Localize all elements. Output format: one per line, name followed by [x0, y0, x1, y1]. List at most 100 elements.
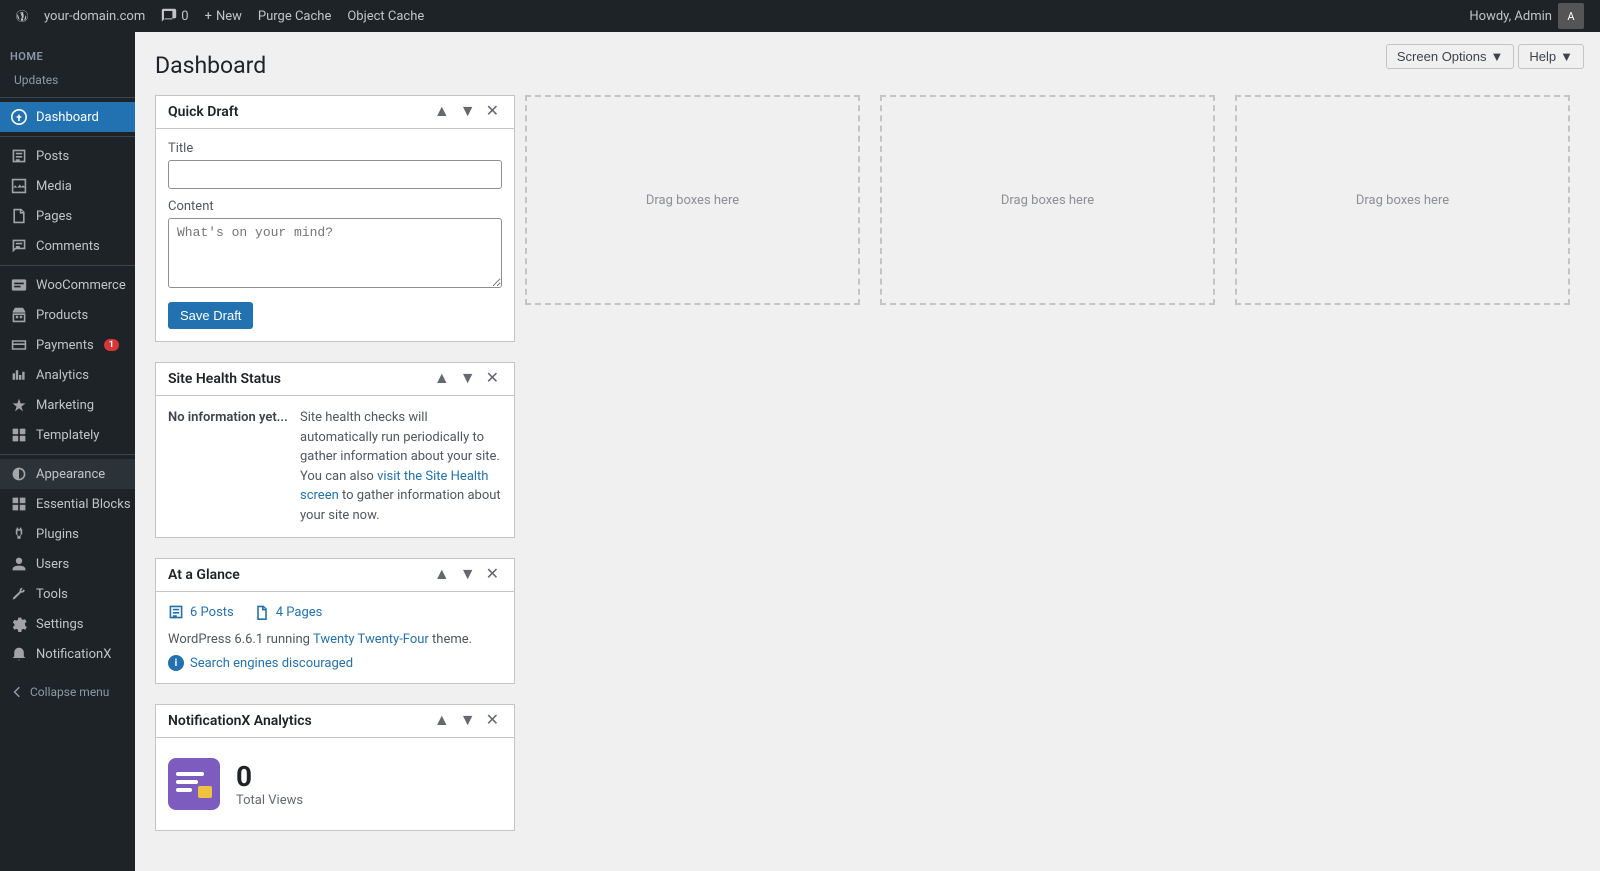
comments-link[interactable]: 0 [153, 0, 196, 32]
sidebar-item-essential-blocks[interactable]: Essential Blocks [0, 489, 135, 519]
woocommerce-icon [10, 276, 28, 294]
notificationx-widget: NotificationX Analytics ▲ ▼ ✕ [155, 704, 515, 831]
at-a-glance-header: At a Glance ▲ ▼ ✕ [156, 559, 514, 592]
plugins-icon [10, 525, 28, 543]
info-icon: i [168, 655, 184, 671]
marketing-icon [10, 396, 28, 414]
sidebar-item-settings[interactable]: Settings [0, 609, 135, 639]
templately-icon [10, 426, 28, 444]
sidebar-item-posts[interactable]: Posts [0, 141, 135, 171]
help-button[interactable]: Help ▼ [1518, 44, 1584, 69]
site-health-expand-up[interactable]: ▲ [431, 371, 453, 387]
purge-cache-btn[interactable]: Purge Cache [250, 0, 339, 32]
avatar: A [1558, 3, 1584, 29]
glance-stats: 6 Posts 4 Pages [168, 604, 502, 620]
at-a-glance-widget: At a Glance ▲ ▼ ✕ 6 Posts [155, 558, 515, 684]
at-a-glance-expand-up[interactable]: ▲ [431, 567, 453, 583]
widgets-column: Quick Draft ▲ ▼ ✕ Title Content Save Dra… [155, 95, 515, 851]
sidebar-item-users[interactable]: Users [0, 549, 135, 579]
users-icon [10, 555, 28, 573]
at-a-glance-body: 6 Posts 4 Pages WordPress 6.6.1 running … [156, 592, 514, 683]
drag-zone-1-area[interactable]: Drag boxes here [525, 95, 860, 305]
drag-zone-2: Drag boxes here [870, 95, 1225, 305]
sidebar-item-appearance[interactable]: Appearance [0, 459, 135, 489]
site-health-widget: Site Health Status ▲ ▼ ✕ No information … [155, 362, 515, 538]
content-textarea[interactable] [168, 218, 502, 288]
drag-zone-1: Drag boxes here [515, 95, 870, 305]
at-a-glance-collapse-down[interactable]: ▼ [457, 567, 479, 583]
admin-menu: Home Updates Dashboard Posts Media [0, 32, 135, 871]
sidebar-item-dashboard[interactable]: Dashboard [0, 102, 135, 132]
top-action-buttons: Screen Options ▼ Help ▼ [1386, 44, 1584, 69]
at-a-glance-close[interactable]: ✕ [483, 567, 502, 583]
site-health-close[interactable]: ✕ [483, 371, 502, 387]
notificationx-body: 0 Total Views [156, 738, 514, 830]
notificationx-header: NotificationX Analytics ▲ ▼ ✕ [156, 705, 514, 738]
screen-options-button[interactable]: Screen Options ▼ [1386, 44, 1514, 69]
settings-icon [10, 615, 28, 633]
theme-link[interactable]: Twenty Twenty-Four [313, 632, 429, 647]
collapse-menu[interactable]: Collapse menu [0, 677, 135, 707]
drag-zone-3: Drag boxes here [1225, 95, 1580, 305]
user-menu[interactable]: Howdy, Admin A [1461, 0, 1592, 32]
sidebar-item-products[interactable]: Products [0, 300, 135, 330]
wp-logo[interactable] [8, 0, 36, 32]
tools-icon [10, 585, 28, 603]
site-name[interactable]: your-domain.com [36, 0, 153, 32]
admin-bar: your-domain.com 0 + New Purge Cache Obje… [0, 0, 1600, 32]
new-content[interactable]: + New [197, 0, 250, 32]
sidebar-item-analytics[interactable]: Analytics [0, 360, 135, 390]
sidebar-item-marketing[interactable]: Marketing [0, 390, 135, 420]
sidebar-item-comments[interactable]: Comments [0, 231, 135, 261]
analytics-icon [10, 366, 28, 384]
nx-analytics-row: 0 Total Views [168, 750, 502, 818]
content-label: Content [168, 199, 502, 214]
sidebar-item-tools[interactable]: Tools [0, 579, 135, 609]
notificationx-expand-up[interactable]: ▲ [431, 713, 453, 729]
quick-draft-widget: Quick Draft ▲ ▼ ✕ Title Content Save Dra… [155, 95, 515, 342]
quick-draft-expand-up[interactable]: ▲ [431, 104, 453, 120]
comments-icon [10, 237, 28, 255]
wp-info: WordPress 6.6.1 running Twenty Twenty-Fo… [168, 632, 502, 647]
sidebar-item-payments[interactable]: Payments 1 [0, 330, 135, 360]
nx-total-views-label: Total Views [236, 793, 303, 808]
nx-analytics-icon [168, 758, 220, 810]
nx-total-views-count: 0 [236, 760, 303, 793]
media-icon [10, 177, 28, 195]
sidebar-item-plugins[interactable]: Plugins [0, 519, 135, 549]
notificationx-collapse-down[interactable]: ▼ [457, 713, 479, 729]
home-section-label: Home [0, 40, 135, 67]
site-health-collapse-down[interactable]: ▼ [457, 371, 479, 387]
object-cache-btn[interactable]: Object Cache [339, 0, 432, 32]
sidebar-item-templately[interactable]: Templately [0, 420, 135, 450]
quick-draft-header: Quick Draft ▲ ▼ ✕ [156, 96, 514, 129]
sidebar-item-pages[interactable]: Pages [0, 201, 135, 231]
site-health-body: No information yet... Site health checks… [156, 396, 514, 537]
dashboard-icon [10, 108, 28, 126]
notificationx-controls: ▲ ▼ ✕ [431, 713, 502, 729]
pages-stat[interactable]: 4 Pages [254, 604, 323, 620]
save-draft-button[interactable]: Save Draft [168, 302, 253, 329]
notificationx-close[interactable]: ✕ [483, 713, 502, 729]
search-engines-link[interactable]: Search engines discouraged [190, 656, 353, 671]
title-label: Title [168, 141, 502, 156]
site-health-controls: ▲ ▼ ✕ [431, 371, 502, 387]
at-a-glance-controls: ▲ ▼ ✕ [431, 567, 502, 583]
sidebar-item-notificationx[interactable]: NotificationX [0, 639, 135, 669]
blocks-icon [10, 495, 28, 513]
posts-icon [10, 147, 28, 165]
quick-draft-collapse-down[interactable]: ▼ [457, 104, 479, 120]
quick-draft-close[interactable]: ✕ [483, 104, 502, 120]
title-input[interactable] [168, 160, 502, 189]
posts-stat[interactable]: 6 Posts [168, 604, 234, 620]
sidebar-item-media[interactable]: Media [0, 171, 135, 201]
page-title: Dashboard [155, 52, 1580, 79]
sidebar-item-updates[interactable]: Updates [0, 67, 135, 93]
products-icon [10, 306, 28, 324]
site-health-header: Site Health Status ▲ ▼ ✕ [156, 363, 514, 396]
sidebar-item-woocommerce[interactable]: WooCommerce [0, 270, 135, 300]
nx-count-block: 0 Total Views [236, 760, 303, 808]
drag-zone-3-area[interactable]: Drag boxes here [1235, 95, 1570, 305]
drag-zone-2-area[interactable]: Drag boxes here [880, 95, 1215, 305]
quick-draft-body: Title Content Save Draft [156, 129, 514, 341]
